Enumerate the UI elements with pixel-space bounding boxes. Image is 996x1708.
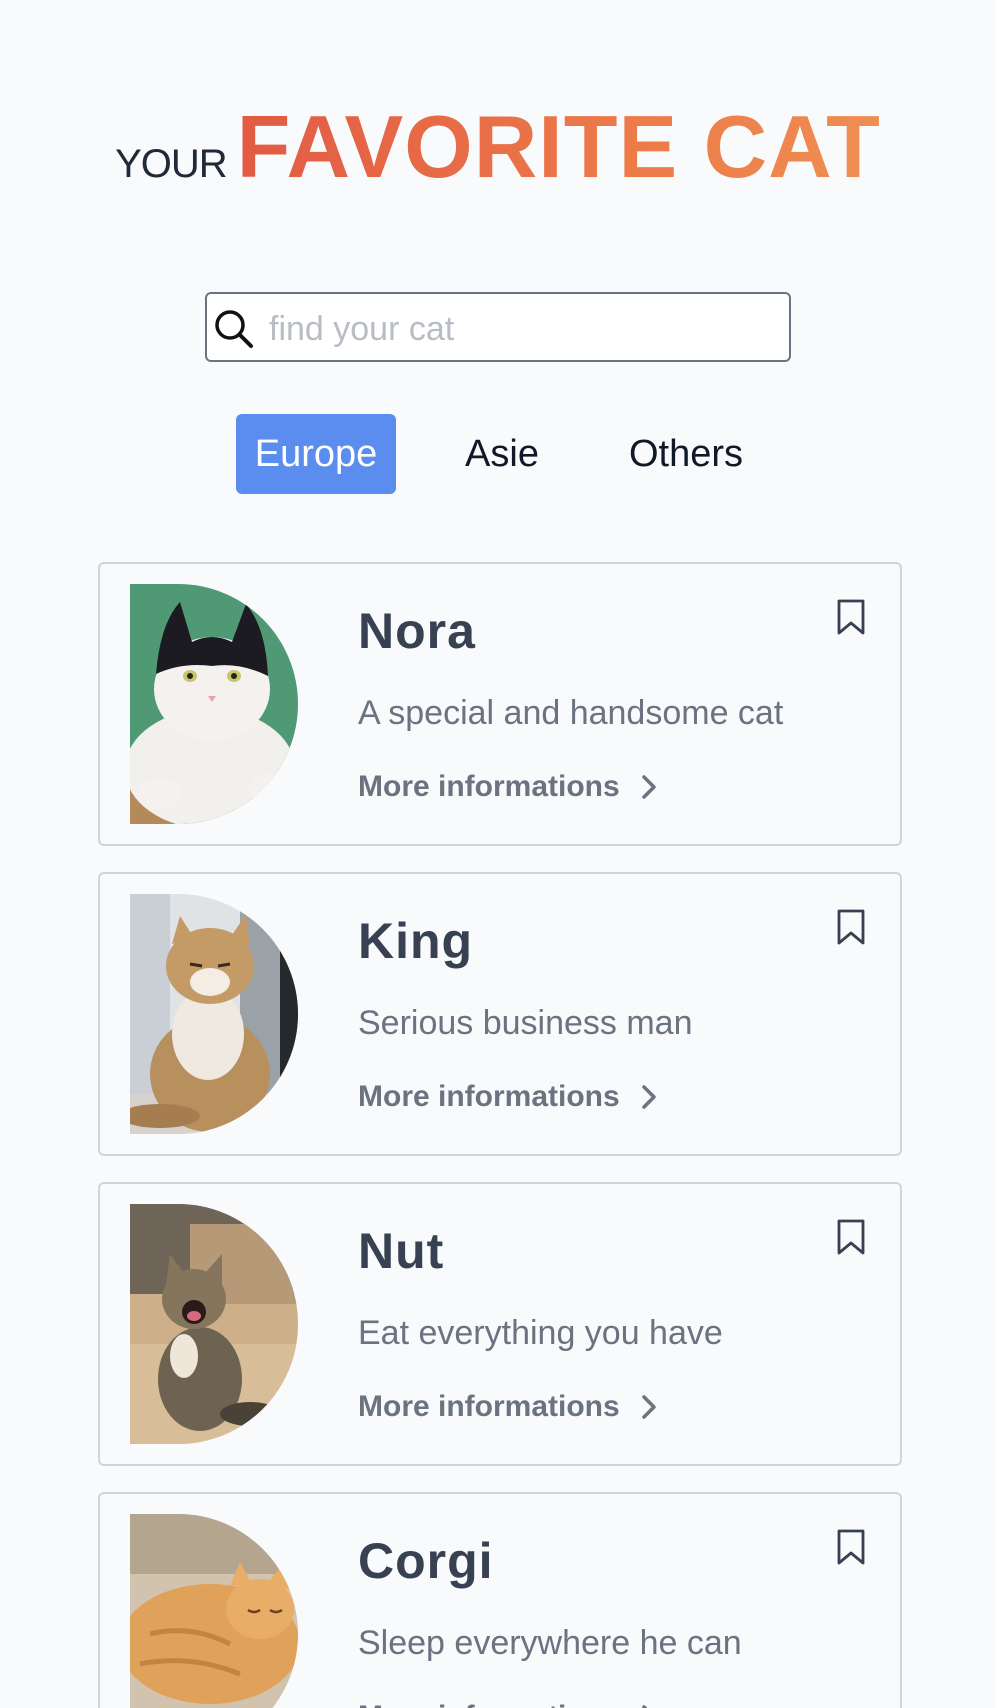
more-info-link[interactable]: More informations (358, 1390, 664, 1424)
more-info-link[interactable]: More informations (358, 1700, 664, 1708)
more-info-label: More informations (358, 1390, 620, 1423)
search-input[interactable] (267, 304, 771, 354)
tab-asie[interactable]: Asie (446, 414, 558, 494)
title-main: FAVORITE CAT (236, 97, 881, 196)
chevron-right-icon (641, 1705, 648, 1708)
chevron-right-icon (641, 775, 656, 799)
cat-description: A special and handsome cat (358, 694, 784, 732)
cat-card-nut: Nut Eat everything you have More informa… (98, 1182, 902, 1466)
more-info-label: More informations (358, 1080, 620, 1113)
cat-card-nora: Nora A special and handsome cat More inf… (98, 562, 902, 846)
cat-name: Nora (358, 603, 476, 659)
chevron-right-icon (641, 1085, 656, 1109)
page: YOURFAVORITE CAT Europe Asie Others (0, 0, 996, 1708)
cat-photo-nut (130, 1204, 298, 1444)
cat-description: Sleep everywhere he can (358, 1624, 742, 1662)
cat-photo-nora (130, 584, 298, 824)
bookmark-icon[interactable] (836, 1218, 866, 1256)
more-info-link[interactable]: More informations (358, 770, 664, 804)
cat-card-corgi: Corgi Sleep everywhere he can More infor… (98, 1492, 902, 1708)
chevron-right-icon (641, 1395, 656, 1419)
cat-photo-corgi (130, 1514, 298, 1708)
bookmark-icon[interactable] (836, 598, 866, 636)
bookmark-icon[interactable] (836, 1528, 866, 1566)
cat-description: Eat everything you have (358, 1314, 723, 1352)
search-icon (215, 310, 253, 348)
tab-others[interactable]: Others (612, 414, 760, 494)
cat-name: King (358, 913, 474, 969)
more-info-label: More informations (358, 770, 620, 803)
page-title: YOUR FAVORITE CAT (0, 96, 996, 198)
search-box[interactable] (205, 292, 791, 362)
tab-europe[interactable]: Europe (236, 414, 396, 494)
cat-name: Nut (358, 1223, 445, 1279)
title-prefix: YOUR (115, 142, 228, 186)
cat-name: Corgi (358, 1533, 494, 1589)
cat-card-king: King Serious business man More informati… (98, 872, 902, 1156)
more-info-label: More informations (358, 1700, 620, 1708)
bookmark-icon[interactable] (836, 908, 866, 946)
cat-photo-king (130, 894, 298, 1134)
more-info-link[interactable]: More informations (358, 1080, 664, 1114)
cat-description: Serious business man (358, 1004, 693, 1042)
